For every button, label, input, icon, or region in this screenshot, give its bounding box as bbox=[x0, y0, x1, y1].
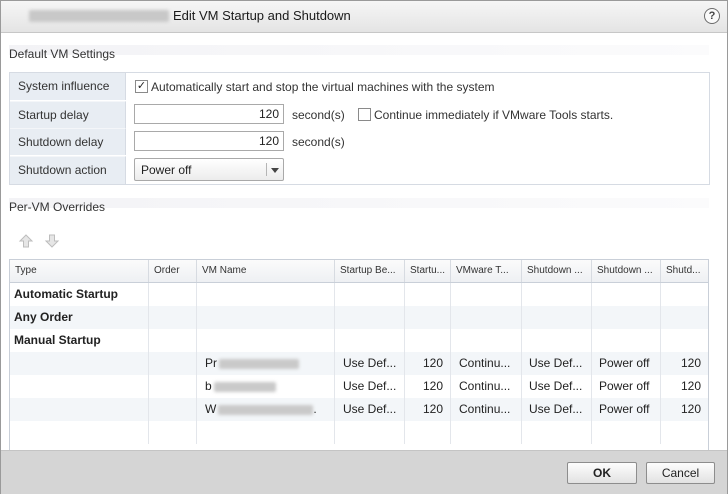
shutdown-action-cell: Power off bbox=[592, 352, 661, 375]
continue-tools-checkbox[interactable] bbox=[358, 108, 371, 121]
col-type[interactable]: Type bbox=[10, 260, 149, 282]
vmware-tools-cell: Continu... bbox=[451, 398, 522, 421]
startup-behavior-cell: Use Def... bbox=[335, 375, 405, 398]
shutdown-delay-label: Shutdown delay bbox=[10, 128, 126, 155]
shutdown-delay-cell: 120 bbox=[680, 379, 701, 393]
table-row[interactable]: Manual Startup bbox=[10, 329, 708, 352]
table-row-empty bbox=[10, 421, 708, 444]
edit-vm-startup-dialog: Edit VM Startup and Shutdown ? Default V… bbox=[0, 0, 728, 494]
chevron-down-icon bbox=[271, 168, 279, 173]
vm-name-prefix: W bbox=[205, 402, 217, 416]
dialog-title: Edit VM Startup and Shutdown bbox=[173, 8, 351, 23]
vm-name-cell: W. bbox=[197, 398, 335, 421]
vm-name-cell: Pr bbox=[197, 352, 335, 375]
shutdown-delay-row: Shutdown delay 120 second(s) bbox=[10, 128, 709, 155]
col-vmware-tools[interactable]: VMware T... bbox=[451, 260, 522, 282]
section-rule bbox=[9, 198, 709, 208]
col-startup-behavior[interactable]: Startup Be... bbox=[335, 260, 405, 282]
dialog-footer: OK Cancel bbox=[1, 450, 727, 494]
table-row[interactable]: Pr Use Def... 120 Continu... Use Def... … bbox=[10, 352, 708, 375]
arrow-up-icon[interactable] bbox=[18, 233, 34, 249]
shutdown-action-label: Shutdown action bbox=[10, 156, 126, 184]
shutdown-delay-input[interactable]: 120 bbox=[134, 131, 284, 151]
overrides-title: Per-VM Overrides bbox=[9, 200, 106, 214]
shutdown-action-value: Power off bbox=[141, 163, 192, 177]
vm-name-blurred bbox=[213, 381, 276, 392]
table-row[interactable]: Any Order bbox=[10, 306, 708, 329]
vm-name-blurred bbox=[218, 404, 314, 415]
table-row[interactable]: Automatic Startup bbox=[10, 283, 708, 306]
vm-name-blurred bbox=[219, 358, 299, 369]
default-settings-panel: System influence ✓ Automatically start a… bbox=[9, 72, 710, 185]
select-divider bbox=[266, 163, 267, 176]
startup-behavior-cell: Use Def... bbox=[335, 398, 405, 421]
shutdown-action-cell: Power off bbox=[592, 398, 661, 421]
shutdown-behavior-cell: Use Def... bbox=[522, 375, 592, 398]
table-header: Type Order VM Name Startup Be... Startu.… bbox=[10, 260, 708, 283]
group-label: Any Order bbox=[10, 306, 149, 329]
vm-name-prefix: Pr bbox=[205, 356, 217, 370]
startup-behavior-cell: Use Def... bbox=[335, 352, 405, 375]
per-vm-overrides-table: Type Order VM Name Startup Be... Startu.… bbox=[9, 259, 709, 451]
startup-delay-cell: 120 bbox=[405, 398, 451, 421]
auto-start-stop-checkbox[interactable]: ✓ bbox=[135, 80, 148, 93]
system-influence-label: System influence bbox=[10, 73, 126, 100]
vmware-tools-cell: Continu... bbox=[451, 352, 522, 375]
startup-delay-label: Startup delay bbox=[10, 101, 126, 128]
default-settings-title: Default VM Settings bbox=[9, 47, 116, 61]
vm-name-cell: b bbox=[197, 375, 335, 398]
startup-delay-unit: second(s) bbox=[292, 108, 345, 122]
group-label: Automatic Startup bbox=[10, 283, 149, 306]
col-order[interactable]: Order bbox=[149, 260, 197, 282]
shutdown-delay-cell: 120 bbox=[680, 356, 701, 370]
table-row[interactable]: W. Use Def... 120 Continu... Use Def... … bbox=[10, 398, 708, 421]
help-icon[interactable]: ? bbox=[704, 8, 720, 24]
col-shutdown-action[interactable]: Shutdown ... bbox=[592, 260, 661, 282]
startup-delay-cell: 120 bbox=[405, 375, 451, 398]
shutdown-delay-unit: second(s) bbox=[292, 135, 345, 149]
arrow-down-icon[interactable] bbox=[44, 233, 60, 249]
vmware-tools-cell: Continu... bbox=[451, 375, 522, 398]
cancel-button[interactable]: Cancel bbox=[646, 462, 715, 484]
col-shutdown-delay[interactable]: Shutd... bbox=[661, 260, 708, 282]
shutdown-delay-cell: 120 bbox=[680, 402, 701, 416]
shutdown-action-select[interactable]: Power off bbox=[134, 158, 284, 181]
col-vm-name[interactable]: VM Name bbox=[197, 260, 335, 282]
host-name-blurred bbox=[29, 10, 169, 22]
title-bar[interactable]: Edit VM Startup and Shutdown ? bbox=[1, 1, 727, 33]
startup-delay-input[interactable]: 120 bbox=[134, 104, 284, 124]
table-row[interactable]: b Use Def... 120 Continu... Use Def... P… bbox=[10, 375, 708, 398]
shutdown-action-cell: Power off bbox=[592, 375, 661, 398]
vm-name-suffix: . bbox=[313, 402, 317, 416]
system-influence-row: System influence ✓ Automatically start a… bbox=[10, 73, 709, 100]
startup-delay-row: Startup delay 120 second(s) Continue imm… bbox=[10, 101, 709, 128]
shutdown-action-row: Shutdown action Power off bbox=[10, 156, 709, 184]
shutdown-behavior-cell: Use Def... bbox=[522, 398, 592, 421]
col-startup-delay[interactable]: Startu... bbox=[405, 260, 451, 282]
startup-delay-cell: 120 bbox=[405, 352, 451, 375]
vm-name-prefix: b bbox=[205, 379, 212, 393]
group-label: Manual Startup bbox=[10, 329, 149, 352]
continue-tools-text[interactable]: Continue immediately if VMware Tools sta… bbox=[374, 108, 613, 122]
shutdown-behavior-cell: Use Def... bbox=[522, 352, 592, 375]
auto-start-stop-text[interactable]: Automatically start and stop the virtual… bbox=[151, 80, 494, 94]
col-shutdown-behavior[interactable]: Shutdown ... bbox=[522, 260, 592, 282]
ok-button[interactable]: OK bbox=[567, 462, 637, 484]
